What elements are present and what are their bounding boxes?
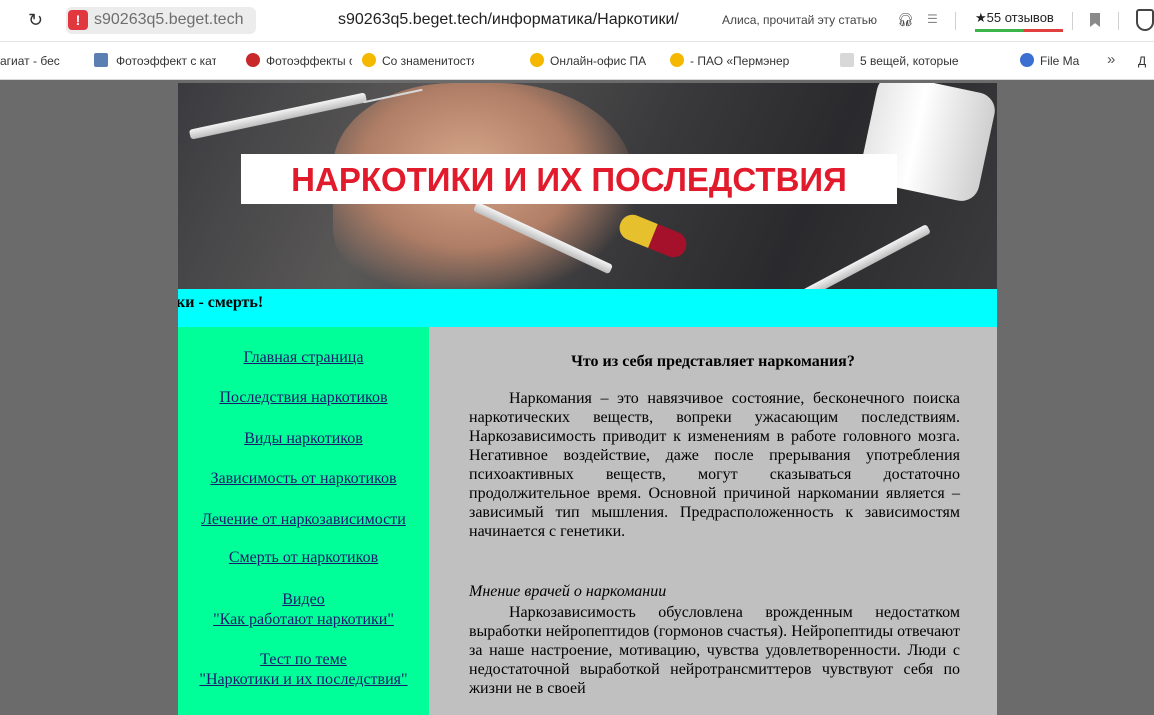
nav-link-test-title[interactable]: Тест по теме — [178, 650, 429, 669]
url-text[interactable]: s90263q5.beget.tech/информатика/Наркотик… — [338, 11, 679, 29]
bookmark-item[interactable]: агиат - бес — [0, 54, 80, 68]
bookmark-item[interactable]: Фотоэффекты онл — [266, 54, 352, 68]
nav-link-death[interactable]: Смерть от наркотиков — [178, 548, 429, 567]
content-subheading: Мнение врачей о наркомании — [469, 583, 667, 600]
sidebar-nav: Главная страница Последствия наркотиков … — [178, 327, 429, 715]
marquee-text: ки - смерть! — [178, 294, 264, 311]
nav-link-dependence[interactable]: Зависимость от наркотиков — [178, 469, 429, 488]
alisa-read-prompt[interactable]: Алиса, прочитай эту статью — [722, 13, 877, 27]
capsule-illustration — [615, 210, 691, 262]
nav-link-video[interactable]: "Как работают наркотики" — [178, 610, 429, 629]
nav-link-video-title[interactable]: Видео — [178, 590, 429, 609]
bookmark-item[interactable]: Со знаменитостям — [382, 54, 474, 68]
toolbar-separator — [1118, 12, 1119, 30]
address-bar: ↻ ! s90263q5.beget.tech s90263q5.beget.t… — [0, 0, 1154, 42]
bookmark-item[interactable]: File Ma — [1040, 54, 1088, 68]
nav-link-treatment[interactable]: Лечение от наркозависимости — [178, 510, 429, 529]
photo-site-icon — [94, 53, 108, 67]
more-bookmarks-button[interactable]: » — [1107, 51, 1115, 68]
site-icon — [840, 53, 854, 67]
bookmark-item[interactable]: Фотоэффект с кате — [116, 54, 216, 68]
marquee-strip: ки - смерть! — [178, 289, 997, 327]
bookmarks-bar: агиат - бес Фотоэффект с кате Фотоэффект… — [0, 42, 1154, 80]
syringe-illustration — [188, 92, 368, 140]
toolbar-separator — [955, 12, 956, 30]
banner-title: НАРКОТИКИ И ИХ ПОСЛЕДСТВИЯ — [291, 161, 847, 198]
nav-link-types[interactable]: Виды наркотиков — [178, 429, 429, 448]
bookmark-icon[interactable] — [1090, 13, 1100, 27]
reader-mode-icon[interactable]: ☰ — [927, 12, 943, 28]
main-content: Что из себя представляет наркомания? Нар… — [429, 327, 997, 715]
sun-icon — [530, 53, 544, 67]
nav-link-home[interactable]: Главная страница — [178, 348, 429, 367]
nav-link-test[interactable]: "Наркотики и их последствия" — [178, 670, 429, 689]
reviews-rating-bar — [975, 29, 1063, 32]
bookmark-item[interactable]: 5 вещей, которые — [860, 54, 964, 68]
shield-icon[interactable] — [1136, 9, 1154, 31]
bookmark-item[interactable]: - ПАО «Пермэнерг — [690, 54, 790, 68]
photo-effects-icon — [246, 53, 260, 67]
file-manager-icon — [1020, 53, 1034, 67]
bookmark-item[interactable]: Д — [1138, 54, 1154, 68]
content-paragraph: Наркозависимость обусловлена врожденным … — [469, 604, 960, 697]
reviews-link[interactable]: ★55 отзывов — [975, 10, 1054, 26]
sun-icon — [670, 53, 684, 67]
reload-icon[interactable]: ↻ — [28, 10, 48, 30]
domain-text[interactable]: s90263q5.beget.tech — [94, 11, 243, 29]
nav-link-consequences[interactable]: Последствия наркотиков — [178, 388, 429, 407]
content-heading: Что из себя представляет наркомания? — [571, 353, 855, 370]
headphones-icon[interactable]: 🎧︎ — [897, 12, 914, 28]
bookmark-item[interactable]: Онлайн-офис ПАС — [550, 54, 646, 68]
content-paragraph: Наркомания – это навязчивое состояние, б… — [469, 390, 960, 540]
sun-icon — [362, 53, 376, 67]
syringe-illustration — [785, 224, 931, 289]
security-warning-icon[interactable]: ! — [68, 10, 88, 30]
toolbar-separator — [1072, 12, 1073, 30]
